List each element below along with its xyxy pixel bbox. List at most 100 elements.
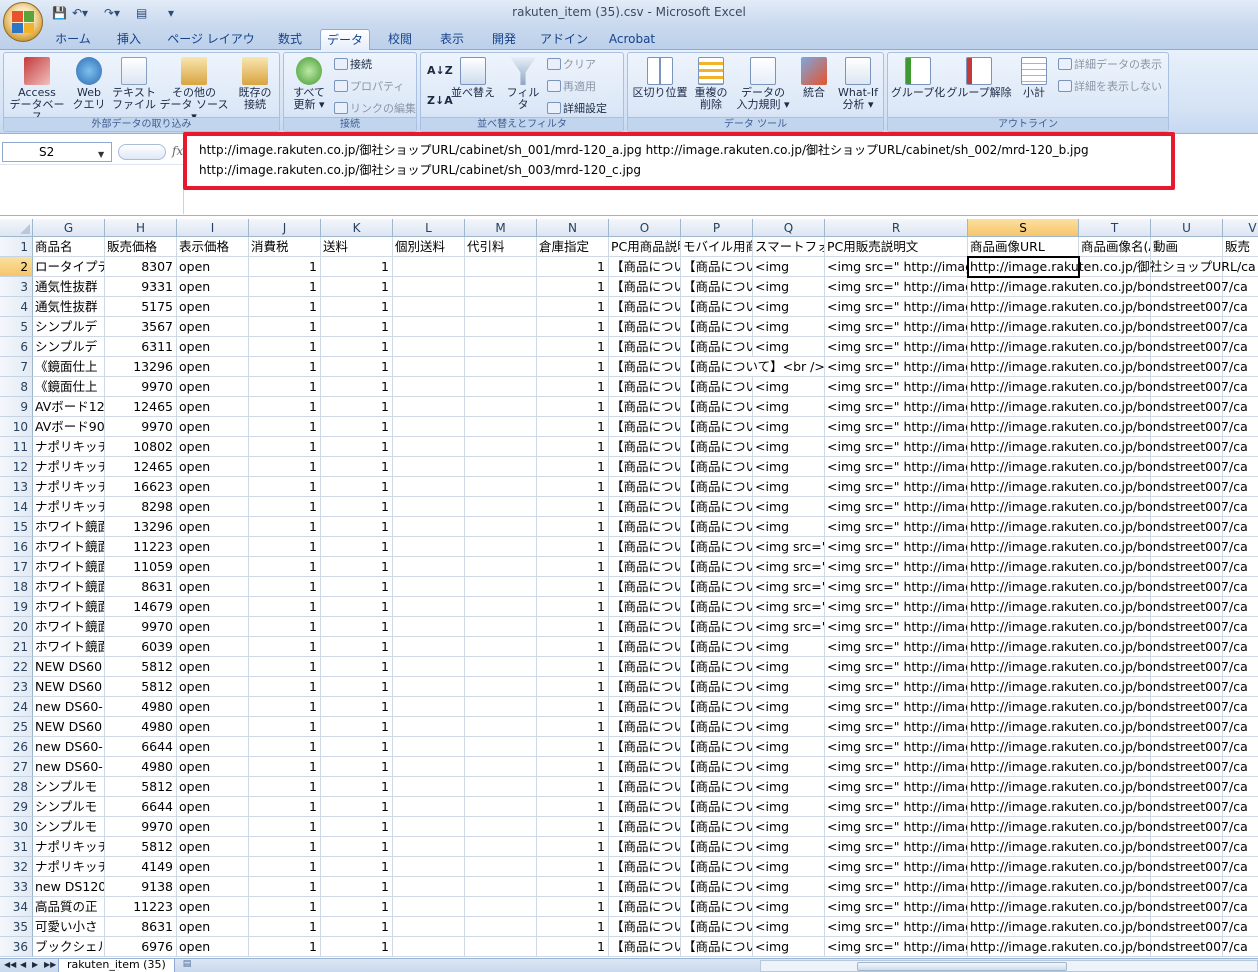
- table-cell[interactable]: 1: [321, 877, 393, 897]
- table-cell[interactable]: <img: [753, 477, 825, 497]
- table-cell[interactable]: 1: [321, 417, 393, 437]
- row-header-7[interactable]: 7: [0, 357, 33, 377]
- table-cell[interactable]: <img src=" http://imag: [825, 737, 968, 757]
- row-header-16[interactable]: 16: [0, 537, 33, 557]
- table-cell[interactable]: <img src=" http://imag: [825, 637, 968, 657]
- table-cell[interactable]: 【商品につい: [609, 357, 681, 377]
- spreadsheet-grid[interactable]: G H I J K L M N O P Q R S T U V 1 商品名 販売価格 表示価格 消費税 送料 個別送料 代引料…: [0, 219, 1258, 959]
- table-cell[interactable]: <img: [753, 697, 825, 717]
- column-header-i[interactable]: I: [177, 219, 249, 237]
- table-cell[interactable]: 1: [321, 757, 393, 777]
- table-cell[interactable]: open: [177, 677, 249, 697]
- table-cell[interactable]: <img: [753, 337, 825, 357]
- table-cell[interactable]: [393, 557, 465, 577]
- table-cell[interactable]: <img src=" http://imag: [825, 937, 968, 957]
- table-cell[interactable]: <img src=" http://imag: [825, 697, 968, 717]
- table-cell[interactable]: 【商品につい: [681, 377, 753, 397]
- table-cell[interactable]: http://image.rakuten.co.jp/bondstreet007…: [968, 897, 1258, 917]
- table-cell[interactable]: <img src=" http://imag: [825, 897, 968, 917]
- table-cell[interactable]: 【商品につい: [681, 677, 753, 697]
- table-cell[interactable]: 【商品につい: [681, 317, 753, 337]
- table-cell[interactable]: 1: [249, 917, 321, 937]
- row-header-4[interactable]: 4: [0, 297, 33, 317]
- table-cell[interactable]: 【商品につい: [681, 937, 753, 957]
- table-cell[interactable]: <img src=" http://imag: [825, 857, 968, 877]
- table-cell[interactable]: 1: [321, 697, 393, 717]
- table-cell[interactable]: 1: [249, 297, 321, 317]
- table-cell[interactable]: 1: [249, 837, 321, 857]
- table-cell[interactable]: 1: [321, 577, 393, 597]
- table-cell[interactable]: 【商品につい: [609, 557, 681, 577]
- table-cell[interactable]: 【商品につい: [681, 737, 753, 757]
- row-header-36[interactable]: 36: [0, 937, 33, 957]
- table-cell[interactable]: <img src=" http://imag: [825, 577, 968, 597]
- table-cell[interactable]: <img: [753, 417, 825, 437]
- row-header-32[interactable]: 32: [0, 857, 33, 877]
- table-cell[interactable]: open: [177, 917, 249, 937]
- header-cell[interactable]: 商品画像URL: [968, 237, 1079, 257]
- properties-button[interactable]: プロパティ: [334, 79, 404, 95]
- table-cell[interactable]: <img src=" http://imag: [825, 257, 968, 277]
- table-cell[interactable]: 【商品につい: [609, 517, 681, 537]
- table-cell[interactable]: [465, 717, 537, 737]
- table-cell[interactable]: 【商品につい: [681, 277, 753, 297]
- table-cell[interactable]: 【商品につい: [609, 937, 681, 957]
- row-header-2[interactable]: 2: [0, 257, 33, 277]
- table-cell[interactable]: 1: [249, 617, 321, 637]
- header-cell[interactable]: 個別送料: [393, 237, 465, 257]
- table-cell[interactable]: 1: [249, 357, 321, 377]
- column-header-j[interactable]: J: [249, 219, 321, 237]
- table-cell[interactable]: 【商品につい: [609, 477, 681, 497]
- table-cell[interactable]: http://image.rakuten.co.jp/御社ショップURL/ca: [968, 257, 1258, 277]
- table-cell[interactable]: ホワイト鏡面: [33, 577, 105, 597]
- table-cell[interactable]: 8631: [105, 577, 177, 597]
- table-cell[interactable]: [465, 517, 537, 537]
- table-cell[interactable]: [465, 877, 537, 897]
- table-cell[interactable]: 1: [321, 617, 393, 637]
- table-cell[interactable]: <img: [753, 257, 825, 277]
- table-cell[interactable]: [393, 337, 465, 357]
- table-cell[interactable]: 【商品につい: [609, 657, 681, 677]
- table-cell[interactable]: 1: [249, 577, 321, 597]
- row-header-25[interactable]: 25: [0, 717, 33, 737]
- table-cell[interactable]: <img src=" http://imag: [825, 537, 968, 557]
- advanced-filter-button[interactable]: 詳細設定: [547, 101, 607, 117]
- table-cell[interactable]: open: [177, 517, 249, 537]
- table-cell[interactable]: [393, 437, 465, 457]
- row-header-23[interactable]: 23: [0, 677, 33, 697]
- table-cell[interactable]: open: [177, 437, 249, 457]
- table-cell[interactable]: 1: [321, 657, 393, 677]
- row-header-21[interactable]: 21: [0, 637, 33, 657]
- table-cell[interactable]: 6039: [105, 637, 177, 657]
- table-cell[interactable]: 1: [249, 377, 321, 397]
- table-cell[interactable]: 【商品につい: [681, 797, 753, 817]
- table-cell[interactable]: http://image.rakuten.co.jp/bondstreet007…: [968, 337, 1258, 357]
- table-cell[interactable]: 1: [249, 737, 321, 757]
- table-cell[interactable]: 11223: [105, 537, 177, 557]
- table-cell[interactable]: ナポリキッチ: [33, 837, 105, 857]
- table-cell[interactable]: 【商品につい: [609, 757, 681, 777]
- row-header-19[interactable]: 19: [0, 597, 33, 617]
- table-cell[interactable]: <img: [753, 677, 825, 697]
- table-cell[interactable]: <img: [753, 397, 825, 417]
- table-cell[interactable]: [393, 857, 465, 877]
- column-header-o[interactable]: O: [609, 219, 681, 237]
- table-cell[interactable]: 13296: [105, 517, 177, 537]
- row-header-13[interactable]: 13: [0, 477, 33, 497]
- table-cell[interactable]: 1: [537, 857, 609, 877]
- table-cell[interactable]: [465, 777, 537, 797]
- table-cell[interactable]: ナポリキッチ: [33, 497, 105, 517]
- column-header-v[interactable]: V: [1223, 219, 1258, 237]
- tab-review[interactable]: 校閲: [378, 29, 422, 50]
- table-cell[interactable]: 8631: [105, 917, 177, 937]
- table-cell[interactable]: http://image.rakuten.co.jp/bondstreet007…: [968, 917, 1258, 937]
- table-cell[interactable]: 1: [537, 257, 609, 277]
- table-cell[interactable]: 1: [249, 397, 321, 417]
- table-cell[interactable]: open: [177, 897, 249, 917]
- formula-bar-content[interactable]: http://image.rakuten.co.jp/御社ショップURL/cab…: [199, 140, 1169, 180]
- table-cell[interactable]: 4980: [105, 697, 177, 717]
- table-cell[interactable]: <img src=" http://imag: [825, 377, 968, 397]
- table-cell[interactable]: http://image.rakuten.co.jp/bondstreet007…: [968, 757, 1258, 777]
- table-cell[interactable]: 10802: [105, 437, 177, 457]
- select-all-corner[interactable]: [0, 219, 33, 237]
